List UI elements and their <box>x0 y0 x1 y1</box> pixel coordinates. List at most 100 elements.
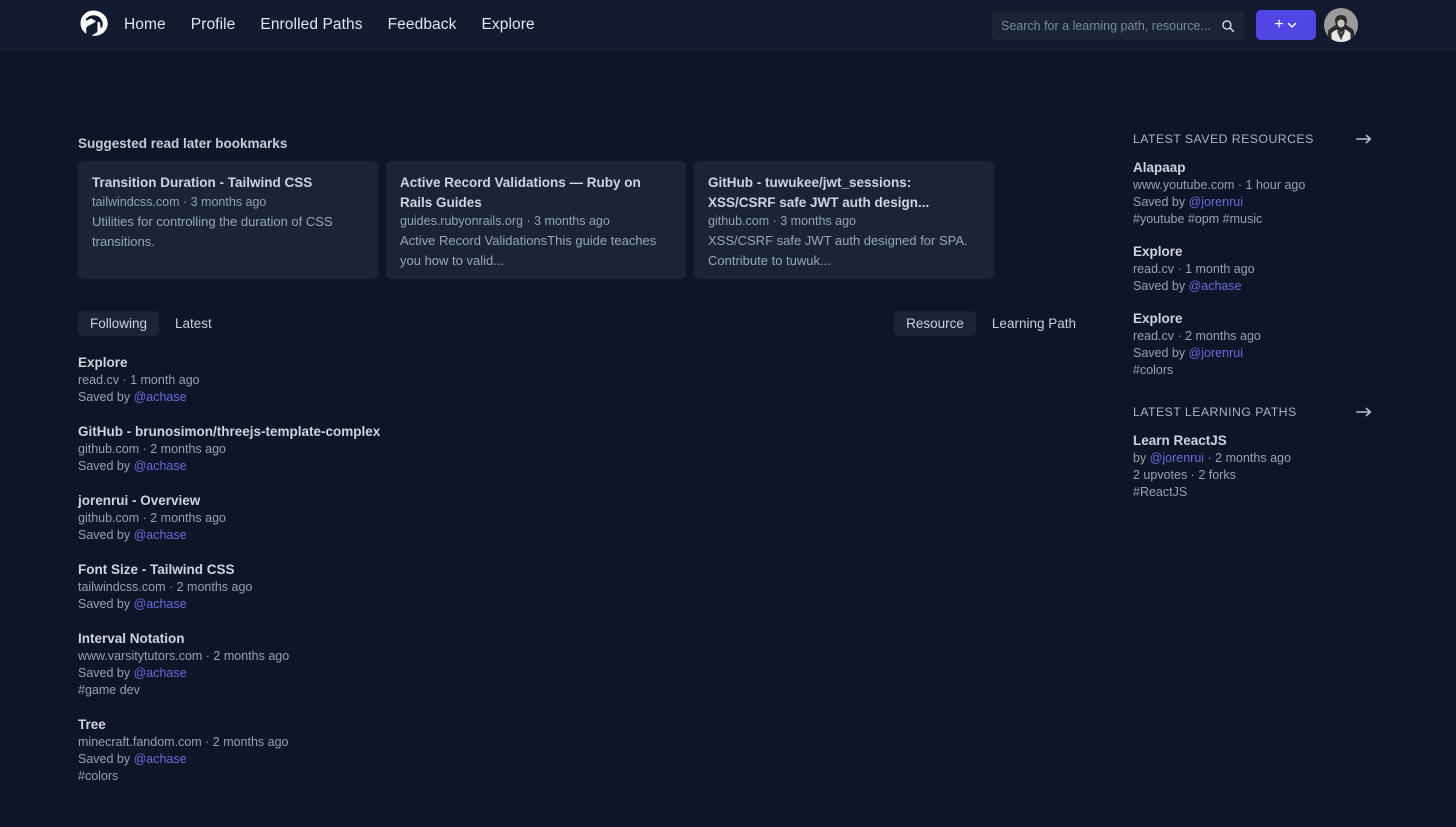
list-item[interactable]: Alapaap www.youtube.com · 1 hour ago Sav… <box>1133 160 1373 226</box>
search-icon[interactable] <box>1221 19 1235 33</box>
saved-by-label: Saved by <box>1133 195 1189 209</box>
saved-by-label: Saved by <box>78 528 134 542</box>
feed-item-meta: tailwindcss.com · 2 months ago <box>78 580 1088 594</box>
user-link[interactable]: @achase <box>134 752 187 766</box>
feed-item-title: Interval Notation <box>78 631 1088 646</box>
resource-meta: read.cv · 2 months ago <box>1133 329 1373 343</box>
card-meta: guides.rubyonrails.org · 3 months ago <box>400 214 672 228</box>
list-item[interactable]: Font Size - Tailwind CSS tailwindcss.com… <box>78 562 1088 611</box>
app-logo[interactable] <box>78 9 109 40</box>
list-item[interactable]: GitHub - brunosimon/threejs-template-com… <box>78 424 1088 473</box>
feed-item-saved-by: Saved by @achase <box>78 752 1088 766</box>
card-title: Active Record Validations — Ruby on Rail… <box>400 173 672 212</box>
suggested-cards: Transition Duration - Tailwind CSS tailw… <box>78 161 1088 279</box>
tab-resource[interactable]: Resource <box>894 311 976 336</box>
card-meta: github.com · 3 months ago <box>708 214 980 228</box>
feed-item-tags[interactable]: #colors <box>78 769 1088 783</box>
card-description: XSS/CSRF safe JWT auth designed for SPA.… <box>708 231 980 271</box>
path-date: · 2 months ago <box>1204 451 1291 465</box>
nav-item-feedback[interactable]: Feedback <box>388 16 457 34</box>
suggested-heading: Suggested read later bookmarks <box>78 136 1088 151</box>
card-meta: tailwindcss.com · 3 months ago <box>92 195 364 209</box>
feed-item-saved-by: Saved by @achase <box>78 666 1088 680</box>
user-avatar[interactable] <box>1324 8 1358 42</box>
user-link[interactable]: @achase <box>134 666 187 680</box>
user-link[interactable]: @jorenrui <box>1189 346 1243 360</box>
saved-resources-header: LATEST SAVED RESOURCES <box>1133 132 1373 146</box>
path-stats: 2 upvotes · 2 forks <box>1133 468 1373 482</box>
chevron-down-icon[interactable] <box>1286 19 1298 31</box>
resource-title: Alapaap <box>1133 160 1373 175</box>
feed-list: Explore read.cv · 1 month ago Saved by @… <box>78 355 1088 783</box>
resource-saved-by: Saved by @achase <box>1133 279 1373 293</box>
list-item[interactable]: Tree minecraft.fandom.com · 2 months ago… <box>78 717 1088 783</box>
saved-by-label: Saved by <box>78 390 134 404</box>
feed-item-saved-by: Saved by @achase <box>78 459 1088 473</box>
tab-following[interactable]: Following <box>78 311 159 336</box>
feed-type-tabs: Resource Learning Path <box>894 311 1088 336</box>
feed-item-saved-by: Saved by @achase <box>78 390 1088 404</box>
feed-item-saved-by: Saved by @achase <box>78 528 1088 542</box>
user-link[interactable]: @jorenrui <box>1150 451 1204 465</box>
suggested-card[interactable]: GitHub - tuwukee/jwt_sessions: XSS/CSRF … <box>694 161 994 279</box>
resource-title: Explore <box>1133 244 1373 259</box>
resource-tags[interactable]: #colors <box>1133 363 1373 377</box>
feed-item-title: GitHub - brunosimon/threejs-template-com… <box>78 424 1088 439</box>
search-bar[interactable] <box>992 11 1244 40</box>
feed-item-title: jorenrui - Overview <box>78 493 1088 508</box>
suggested-card[interactable]: Transition Duration - Tailwind CSS tailw… <box>78 161 378 279</box>
right-sidebar: LATEST SAVED RESOURCES Alapaap www.youtu… <box>1133 132 1373 517</box>
arrow-right-icon[interactable] <box>1356 132 1373 146</box>
user-link[interactable]: @achase <box>1189 279 1242 293</box>
by-label: by <box>1133 451 1150 465</box>
search-input[interactable] <box>1001 19 1221 33</box>
user-link[interactable]: @achase <box>134 459 187 473</box>
nav-item-explore[interactable]: Explore <box>481 16 534 34</box>
list-item[interactable]: Learn ReactJS by @jorenrui · 2 months ag… <box>1133 433 1373 499</box>
plus-icon: + <box>1274 17 1283 33</box>
path-author: by @jorenrui · 2 months ago <box>1133 451 1373 465</box>
card-description: Active Record ValidationsThis guide teac… <box>400 231 672 271</box>
resource-saved-by: Saved by @jorenrui <box>1133 346 1373 360</box>
saved-by-label: Saved by <box>1133 346 1189 360</box>
feed-item-meta: github.com · 2 months ago <box>78 442 1088 456</box>
nav-item-home[interactable]: Home <box>124 16 166 34</box>
tab-learning-path[interactable]: Learning Path <box>980 311 1088 336</box>
main-nav: Home Profile Enrolled Paths Feedback Exp… <box>124 0 535 50</box>
saved-by-label: Saved by <box>78 666 134 680</box>
main-column: Suggested read later bookmarks Transitio… <box>78 136 1088 803</box>
learning-paths-header: LATEST LEARNING PATHS <box>1133 405 1373 419</box>
feed-item-title: Font Size - Tailwind CSS <box>78 562 1088 577</box>
path-title: Learn ReactJS <box>1133 433 1373 448</box>
list-item[interactable]: Interval Notation www.varsitytutors.com … <box>78 631 1088 697</box>
saved-by-label: Saved by <box>78 459 134 473</box>
add-button[interactable]: + <box>1256 10 1316 40</box>
saved-by-label: Saved by <box>1133 279 1189 293</box>
resource-tags[interactable]: #youtube #opm #music <box>1133 212 1373 226</box>
path-tags[interactable]: #ReactJS <box>1133 485 1373 499</box>
user-link[interactable]: @achase <box>134 390 187 404</box>
feed-scope-tabs: Following Latest <box>78 311 224 336</box>
user-link[interactable]: @achase <box>134 597 187 611</box>
feed-item-tags[interactable]: #game dev <box>78 683 1088 697</box>
feed-item-saved-by: Saved by @achase <box>78 597 1088 611</box>
user-link[interactable]: @achase <box>134 528 187 542</box>
resource-title: Explore <box>1133 311 1373 326</box>
list-item[interactable]: Explore read.cv · 1 month ago Saved by @… <box>78 355 1088 404</box>
feed-item-meta: www.varsitytutors.com · 2 months ago <box>78 649 1088 663</box>
section-title: LATEST LEARNING PATHS <box>1133 405 1297 419</box>
resource-meta: read.cv · 1 month ago <box>1133 262 1373 276</box>
saved-by-label: Saved by <box>78 597 134 611</box>
feed-item-meta: read.cv · 1 month ago <box>78 373 1088 387</box>
tab-latest[interactable]: Latest <box>163 311 224 336</box>
list-item[interactable]: Explore read.cv · 1 month ago Saved by @… <box>1133 244 1373 293</box>
arrow-right-icon[interactable] <box>1356 405 1373 419</box>
nav-item-enrolled-paths[interactable]: Enrolled Paths <box>260 16 362 34</box>
list-item[interactable]: Explore read.cv · 2 months ago Saved by … <box>1133 311 1373 377</box>
suggested-card[interactable]: Active Record Validations — Ruby on Rail… <box>386 161 686 279</box>
user-link[interactable]: @jorenrui <box>1189 195 1243 209</box>
nav-item-profile[interactable]: Profile <box>191 16 236 34</box>
card-title: GitHub - tuwukee/jwt_sessions: XSS/CSRF … <box>708 173 980 212</box>
feed-item-meta: minecraft.fandom.com · 2 months ago <box>78 735 1088 749</box>
list-item[interactable]: jorenrui - Overview github.com · 2 month… <box>78 493 1088 542</box>
